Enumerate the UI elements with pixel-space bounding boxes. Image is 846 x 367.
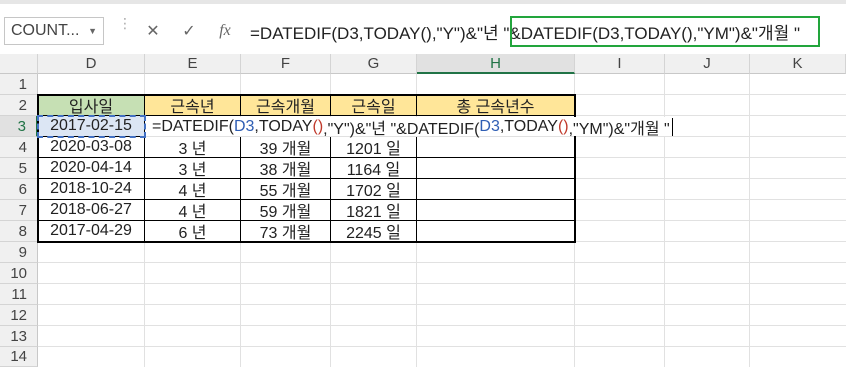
column-header-j[interactable]: J	[665, 54, 750, 74]
cell-f8[interactable]: 73 개월	[241, 221, 331, 242]
row-header-6[interactable]: 6	[0, 179, 38, 200]
edit-segment: ,TODAY	[499, 117, 558, 135]
cell-d4[interactable]: 2020-03-08	[38, 137, 145, 158]
name-box[interactable]: COUNT... ▼	[4, 17, 104, 45]
row-header-3[interactable]: 3	[0, 116, 38, 137]
column-header-g[interactable]: G	[331, 54, 417, 74]
cell-h5[interactable]	[417, 158, 575, 179]
row-header-1[interactable]: 1	[0, 74, 38, 95]
header-cell-hire-date[interactable]: 입사일	[38, 95, 145, 116]
row-header-13[interactable]: 13	[0, 326, 38, 347]
header-cell-days[interactable]: 근속일	[331, 95, 417, 116]
cell-e4[interactable]: 3 년	[145, 137, 241, 158]
chevron-down-icon[interactable]: ▼	[88, 26, 97, 36]
formula-part-1: =DATEDIF(D3,TODAY(),"Y")&"년 "	[250, 23, 510, 43]
gridline	[38, 325, 846, 326]
header-cell-months[interactable]: 근속개월	[241, 95, 331, 116]
cell-g8[interactable]: 2245 일	[331, 221, 417, 242]
cell-d6[interactable]: 2018-10-24	[38, 179, 145, 200]
gridline	[38, 304, 846, 305]
edit-paren: ()	[312, 117, 324, 135]
enter-button[interactable]: ✓	[176, 19, 202, 43]
cell-d5[interactable]: 2020-04-14	[38, 158, 145, 179]
text-cursor	[671, 117, 673, 136]
gridline	[38, 346, 846, 347]
cell-edit-text[interactable]: =DATEDIF(D3 ,TODAY() ,"Y")&"년 "&DATEDIF(D3…	[152, 116, 673, 138]
row-header-5[interactable]: 5	[0, 158, 38, 179]
edit-segment: =DATEDIF(	[152, 117, 234, 135]
row-header-14[interactable]: 14	[0, 347, 38, 367]
row-header-2[interactable]: 2	[0, 95, 38, 116]
cancel-button[interactable]: ✕	[140, 19, 166, 43]
row-header-7[interactable]: 7	[0, 200, 38, 221]
cell-g4[interactable]: 1201 일	[331, 137, 417, 158]
cell-h7[interactable]	[417, 200, 575, 221]
cell-h6[interactable]	[417, 179, 575, 200]
column-header-f[interactable]: F	[241, 54, 331, 74]
cell-h8[interactable]	[417, 221, 575, 242]
highlight-box	[510, 16, 820, 47]
gridline	[38, 283, 846, 284]
cell-d8[interactable]: 2017-04-29	[38, 221, 145, 242]
column-header-e[interactable]: E	[145, 54, 241, 74]
insert-function-button[interactable]: fx	[212, 19, 238, 43]
edit-paren: ()	[557, 117, 569, 135]
cell-f4[interactable]: 39 개월	[241, 137, 331, 158]
header-cell-years[interactable]: 근속년	[145, 95, 241, 116]
row-header-12[interactable]: 12	[0, 305, 38, 326]
row-header-9[interactable]: 9	[0, 242, 38, 263]
cell-d7[interactable]: 2018-06-27	[38, 200, 145, 221]
cell-f5[interactable]: 38 개월	[241, 158, 331, 179]
check-icon: ✓	[182, 23, 196, 40]
name-box-value: COUNT...	[11, 22, 80, 39]
cell-f7[interactable]: 59 개월	[241, 200, 331, 221]
edit-segment: ,TODAY	[254, 117, 313, 135]
column-header-k[interactable]: K	[750, 54, 846, 74]
spreadsheet-grid: D E F G H I J K 1 2 3 4 5 6 7 8 9 10 11 …	[0, 54, 846, 367]
cell-f6[interactable]: 55 개월	[241, 179, 331, 200]
cell-e8[interactable]: 6 년	[145, 221, 241, 242]
gridline	[38, 262, 846, 263]
column-header-h[interactable]: H	[417, 54, 575, 74]
row-header-10[interactable]: 10	[0, 263, 38, 284]
cell-h4[interactable]	[417, 137, 575, 158]
row-header-11[interactable]: 11	[0, 284, 38, 305]
cell-reference: D3	[479, 117, 500, 135]
header-cell-total-years[interactable]: 총 근속년수	[417, 95, 575, 116]
cell-g5[interactable]: 1164 일	[331, 158, 417, 179]
column-header-i[interactable]: I	[575, 54, 665, 74]
formula-bar: COUNT... ▼ ⋮ ✕ ✓ fx =DATEDIF(D3,TODAY(),…	[0, 4, 846, 55]
reference-highlight	[37, 115, 146, 138]
row-header-8[interactable]: 8	[0, 221, 38, 242]
select-all-corner[interactable]	[0, 54, 38, 74]
drag-handle-icon[interactable]: ⋮	[118, 16, 132, 30]
cell-e6[interactable]: 4 년	[145, 179, 241, 200]
cell-e7[interactable]: 4 년	[145, 200, 241, 221]
edit-segment: ,"YM")&"개월 "	[568, 120, 670, 138]
cell-reference: D3	[233, 117, 255, 135]
close-icon: ✕	[146, 23, 160, 40]
edit-segment: ,"Y")&"년 "&DATEDIF(	[323, 120, 480, 138]
cell-g7[interactable]: 1821 일	[331, 200, 417, 221]
cell-e5[interactable]: 3 년	[145, 158, 241, 179]
row-header-4[interactable]: 4	[0, 137, 38, 158]
function-icon: fx	[219, 22, 231, 39]
cell-g6[interactable]: 1702 일	[331, 179, 417, 200]
column-header-d[interactable]: D	[38, 54, 145, 74]
